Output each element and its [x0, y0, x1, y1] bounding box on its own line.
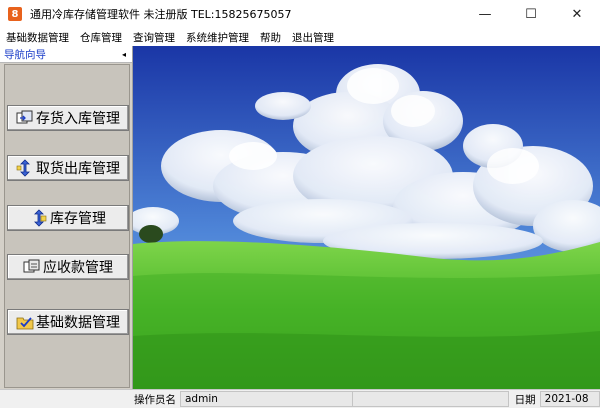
nav-body: 存货入库管理 取货出库管理 库存管理 应收款管理 基础数据管理 — [4, 64, 130, 388]
menu-bar: 基础数据管理 仓库管理 查询管理 系统维护管理 帮助 退出管理 — [0, 28, 600, 46]
receivables-label: 应收款管理 — [43, 260, 113, 276]
operator-label: 操作员名 — [134, 393, 176, 406]
date-value: 2021-08 — [544, 393, 589, 405]
stock-in-label: 存货入库管理 — [36, 111, 120, 127]
nav-panel: 导航向导 ◂ 存货入库管理 取货出库管理 库存管理 应收款管理 基础数据管理 — [0, 46, 133, 389]
nav-header: 导航向导 ◂ — [0, 46, 132, 63]
close-button[interactable]: ✕ — [554, 0, 600, 28]
maximize-button[interactable]: ☐ — [508, 0, 554, 28]
minimize-button[interactable]: — — [462, 0, 508, 28]
background-wallpaper-image — [133, 46, 600, 389]
app-icon: 8 — [8, 7, 22, 21]
stock-out-button[interactable]: 取货出库管理 — [7, 155, 129, 181]
operator-value: admin — [185, 393, 218, 405]
stock-out-icon — [16, 159, 30, 177]
menu-exit[interactable]: 退出管理 — [286, 30, 339, 45]
date-field: 2021-08 — [539, 391, 600, 407]
window-title: 通用冷库存储管理软件 未注册版 TEL:15825675057 — [30, 8, 292, 21]
status-bar: 操作员名 admin 日期 2021-08 — [0, 389, 600, 408]
title-bar: 8 通用冷库存储管理软件 未注册版 TEL:15825675057 — ☐ ✕ — [0, 0, 600, 28]
status-spacer-field — [352, 391, 509, 407]
inventory-button[interactable]: 库存管理 — [7, 205, 129, 231]
operator-field: admin — [180, 391, 353, 407]
basic-data-label: 基础数据管理 — [36, 315, 120, 331]
stock-in-icon — [16, 110, 33, 124]
date-label: 日期 — [514, 393, 536, 406]
receivables-icon — [23, 259, 40, 273]
menu-help[interactable]: 帮助 — [254, 30, 286, 45]
window-controls: — ☐ ✕ — [462, 0, 600, 28]
menu-query[interactable]: 查询管理 — [127, 30, 180, 45]
stock-out-label: 取货出库管理 — [36, 161, 120, 177]
inventory-label: 库存管理 — [50, 211, 106, 227]
basic-data-icon — [16, 317, 34, 330]
nav-header-title: 导航向导 — [4, 48, 46, 61]
collapse-arrow-icon[interactable]: ◂ — [122, 50, 126, 59]
inventory-icon — [34, 209, 47, 227]
stock-in-button[interactable]: 存货入库管理 — [7, 105, 129, 131]
menu-warehouse[interactable]: 仓库管理 — [74, 30, 127, 45]
main-content-area — [133, 46, 600, 389]
menu-basic-data[interactable]: 基础数据管理 — [0, 30, 74, 45]
basic-data-button[interactable]: 基础数据管理 — [7, 309, 129, 335]
receivables-button[interactable]: 应收款管理 — [7, 254, 129, 280]
menu-system-maintenance[interactable]: 系统维护管理 — [180, 30, 254, 45]
